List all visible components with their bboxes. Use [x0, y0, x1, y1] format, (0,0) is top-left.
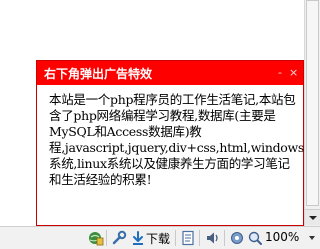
- status-divider: [224, 230, 225, 246]
- document-icon[interactable]: [180, 230, 196, 246]
- vertical-scrollbar[interactable]: [304, 0, 320, 226]
- settings-gear-icon[interactable]: [229, 230, 245, 246]
- status-divider: [199, 230, 200, 246]
- download-icon[interactable]: [130, 230, 146, 246]
- scrollbar-thumb[interactable]: [306, 0, 319, 206]
- speaker-icon[interactable]: [205, 230, 221, 246]
- status-divider: [175, 230, 176, 246]
- zoom-dropdown-chevron-icon[interactable]: [309, 236, 315, 240]
- popup-header: 右下角弹出广告特效 - ×: [37, 61, 303, 85]
- popup-minimize-button[interactable]: -: [278, 66, 282, 79]
- zoom-magnifier-icon[interactable]: [247, 230, 263, 246]
- tools-wrench-icon[interactable]: [111, 230, 127, 246]
- download-label[interactable]: 下载: [146, 230, 170, 247]
- scroll-down-arrow-icon[interactable]: [305, 209, 320, 225]
- status-divider: [106, 230, 107, 246]
- popup-ad-window: 右下角弹出广告特效 - × 本站是一个php程序员的工作生活笔记,本站包含了ph…: [36, 60, 304, 226]
- popup-close-button[interactable]: ×: [289, 66, 298, 79]
- popup-body-text: 本站是一个php程序员的工作生活笔记,本站包含了php网络编程学习教程,数据库(…: [49, 92, 305, 187]
- popup-title: 右下角弹出广告特效: [44, 67, 153, 81]
- security-shield-icon[interactable]: [88, 230, 104, 246]
- status-bar: 下载 100%: [0, 226, 320, 249]
- zoom-level-label[interactable]: 100%: [265, 230, 299, 244]
